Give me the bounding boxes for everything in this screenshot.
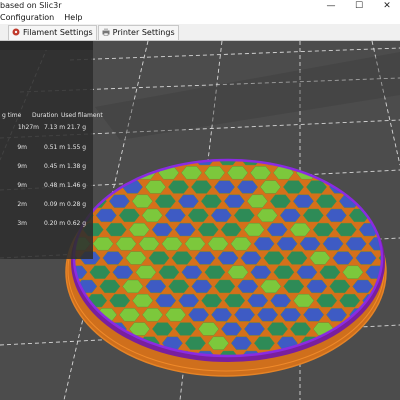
row-1-time: 9m [17, 144, 27, 151]
menu-configuration[interactable]: Configuration [0, 12, 54, 24]
tab-bar: Filament Settings Printer Settings [0, 24, 400, 41]
row-0-time: 1h27m [17, 124, 39, 131]
tab-label: Filament Settings [23, 28, 93, 37]
row-4-duration: 0.09 m [44, 201, 66, 208]
sidebar-header [0, 41, 93, 50]
row-3-time: 9m [17, 182, 27, 189]
row-0-used: 21.7 g [67, 124, 87, 131]
tab-label: Printer Settings [112, 28, 175, 37]
row-4-time: 2m [17, 201, 27, 208]
row-5-used: 0.62 g [67, 220, 87, 227]
row-2-time: 9m [17, 163, 27, 170]
filament-spool-icon [12, 27, 20, 36]
row-2-duration: 0.45 m [44, 163, 66, 170]
row-1-duration: 0.51 m [44, 144, 66, 151]
header-print-time: g time [2, 112, 22, 119]
row-2-used: 1.38 g [67, 163, 87, 170]
header-duration: Duration [32, 112, 59, 119]
tab-printer-settings[interactable]: Printer Settings [97, 25, 179, 40]
minimize-button[interactable]: — [318, 0, 344, 12]
tab-filament-settings[interactable]: Filament Settings [8, 25, 97, 40]
header-used-filament: Used filament [61, 112, 103, 119]
row-0-duration: 7.13 m [44, 124, 66, 131]
row-5-duration: 0.20 m [44, 220, 66, 227]
menu-help[interactable]: Help [64, 12, 82, 24]
close-button[interactable]: ✕ [374, 0, 400, 12]
menu-bar: Configuration Help [0, 12, 400, 24]
window-title: based on Slic3r [0, 1, 62, 10]
row-3-used: 1.46 g [67, 182, 87, 189]
row-3-duration: 0.48 m [44, 182, 66, 189]
printer-icon [102, 27, 110, 36]
row-5-time: 3m [17, 220, 27, 227]
title-bar: based on Slic3r — ☐ ✕ [0, 0, 400, 12]
row-1-used: 1.55 g [67, 144, 87, 151]
row-4-used: 0.28 g [67, 201, 87, 208]
maximize-button[interactable]: ☐ [346, 0, 372, 12]
